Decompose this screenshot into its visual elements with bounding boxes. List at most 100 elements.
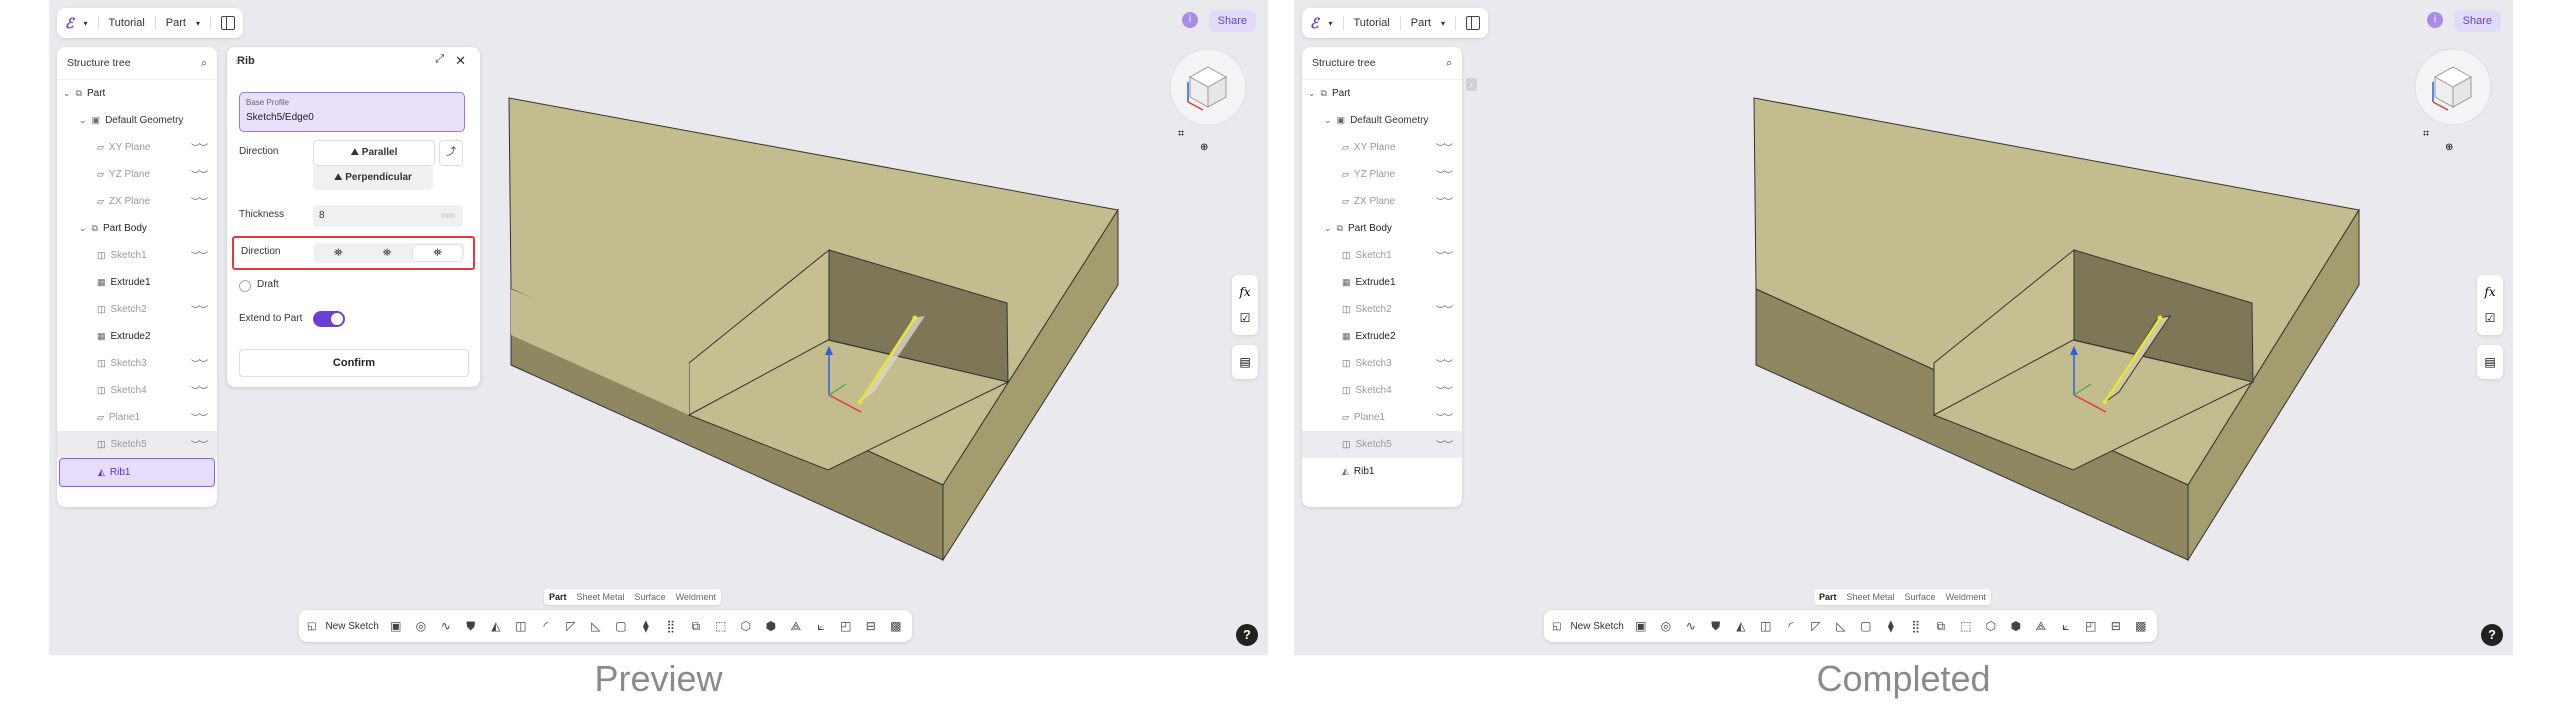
scale-icon[interactable]: ⬢ [763,619,779,633]
sweep-icon[interactable]: ∿ [438,619,454,633]
scale-icon[interactable]: ⬢ [2008,619,2024,633]
draft-icon[interactable]: ◺ [1833,619,1849,633]
axis-tool-icon[interactable]: ⟀ [2058,619,2074,633]
tree-item-part-body[interactable]: ⌄ ⧉ Part Body [1302,215,1462,242]
view-cube[interactable]: ⌗ ⊕ [1158,42,1258,152]
chevron-down-icon[interactable]: ▾ [83,19,87,28]
tree-item-plane1[interactable]: ▱ Plane1 ︶︶ [57,404,217,431]
chevron-down-icon[interactable]: ⌄ [1324,223,1332,234]
table-icon[interactable]: ▤ [2477,349,2503,375]
app-logo[interactable]: ℰ [65,15,73,32]
model-canvas[interactable] [1294,0,2513,655]
eye-closed-icon[interactable]: ︶︶ [1436,438,1453,451]
tree-item-sketch5[interactable]: ◫ Sketch5 ︶︶ [1302,431,1462,458]
shell-icon[interactable]: ▢ [613,619,629,633]
chamfer-icon[interactable]: ◸ [563,619,579,633]
loft-icon[interactable]: ⛊ [463,619,479,633]
move-icon[interactable]: ⬡ [738,619,754,633]
eye-closed-icon[interactable]: ︶︶ [1436,249,1453,262]
tab-part[interactable]: Part [1814,589,1842,605]
chevron-down-icon[interactable]: ▾ [1328,19,1332,28]
tree-item-plane1[interactable]: ▱ Plane1 ︶︶ [1302,404,1462,431]
user-avatar[interactable]: i [1182,12,1198,28]
eye-closed-icon[interactable]: ︶︶ [191,195,208,208]
collapse-panel-icon[interactable]: ‹ [1466,78,1477,91]
point-tool-icon[interactable]: ◰ [2083,619,2099,633]
new-sketch-icon[interactable]: ◱ [1552,621,1561,632]
plane-tool-icon[interactable]: ⟁ [2033,619,2049,633]
point-tool-icon[interactable]: ◰ [838,619,854,633]
tree-item-yz-plane[interactable]: ▱ YZ Plane ︶︶ [57,161,217,188]
perpendicular-button[interactable]: ⛰ Perpendicular [313,166,433,190]
extrude-icon[interactable]: ▣ [388,619,404,633]
chevron-down-icon[interactable]: ▾ [1441,19,1445,28]
tab-sheet-metal[interactable]: Sheet Metal [572,589,630,605]
direction-both-icon[interactable]: ⛯ [363,243,412,263]
tree-item-zx-plane[interactable]: ▱ ZX Plane ︶︶ [57,188,217,215]
chevron-down-icon[interactable]: ⌄ [79,223,87,234]
pin-icon[interactable]: ⤢ [435,53,444,66]
tree-item-sketch2[interactable]: ◫ Sketch2 ︶︶ [57,296,217,323]
tree-item-sketch3[interactable]: ◫ Sketch3 ︶︶ [57,350,217,377]
tab-surface[interactable]: Surface [1900,589,1941,605]
search-icon[interactable]: ⌕ [201,57,207,70]
draft-radio[interactable] [239,280,251,292]
fillet-icon[interactable]: ◜ [1783,619,1799,633]
help-button[interactable]: ? [2481,624,2503,646]
completed-viewport[interactable]: ℰ ▾ Tutorial Part ▾ i Share Structure tr… [1294,0,2513,655]
checklist-icon[interactable]: ☑ [2477,305,2503,331]
tree-item-part-body[interactable]: ⌄ ⧉ Part Body [57,215,217,242]
user-avatar[interactable]: i [2427,12,2443,28]
eye-closed-icon[interactable]: ︶︶ [1436,141,1453,154]
confirm-button[interactable]: Confirm [239,349,469,377]
search-icon[interactable]: ⌕ [1446,57,1452,70]
hole-icon[interactable]: ◫ [513,619,529,633]
tree-item-sketch4[interactable]: ◫ Sketch4 ︶︶ [1302,377,1462,404]
new-sketch-icon[interactable]: ◱ [307,621,316,632]
tree-item-sketch3[interactable]: ◫ Sketch3 ︶︶ [1302,350,1462,377]
eye-closed-icon[interactable]: ︶︶ [1436,168,1453,181]
rib-icon[interactable]: ◭ [488,619,504,633]
formula-button[interactable]: fx [1232,279,1258,305]
share-button[interactable]: Share [1208,10,1256,32]
tree-item-xy-plane[interactable]: ▱ XY Plane ︶︶ [1302,134,1462,161]
view-cube[interactable]: ⌗ ⊕ [2403,42,2503,152]
tree-item-extrude1[interactable]: ▦ Extrude1 [57,269,217,296]
render-icon[interactable]: ▩ [888,619,904,633]
tree-item-default-geometry[interactable]: ⌄ ▣ Default Geometry [1302,107,1462,134]
tree-item-default-geometry[interactable]: ⌄ ▣ Default Geometry [57,107,217,134]
tree-item-extrude2[interactable]: ▦ Extrude2 [1302,323,1462,350]
part-menu[interactable]: Part [1411,17,1431,29]
pattern-icon[interactable]: ⣿ [663,619,679,633]
chevron-down-icon[interactable]: ⌄ [1308,88,1316,99]
axis-tool-icon[interactable]: ⟀ [813,619,829,633]
eye-closed-icon[interactable]: ︶︶ [1436,384,1453,397]
revolve-icon[interactable]: ◎ [1658,619,1674,633]
tree-item-rib1[interactable]: ◭ Rib1 [59,458,215,487]
panel-toggle-icon[interactable] [220,16,235,30]
panel-toggle-icon[interactable] [1465,16,1480,30]
chevron-down-icon[interactable]: ⌄ [1324,115,1332,126]
hole-icon[interactable]: ◫ [1758,619,1774,633]
revolve-icon[interactable]: ◎ [413,619,429,633]
thickness-input[interactable]: 8 mm [313,205,463,227]
tree-item-sketch5[interactable]: ◫ Sketch5 ︶︶ [57,431,217,458]
eye-closed-icon[interactable]: ︶︶ [1436,411,1453,424]
new-sketch-button[interactable]: New Sketch [325,621,378,632]
tree-item-rib1[interactable]: ◭ Rib1 [1302,458,1462,485]
tree-item-sketch2[interactable]: ◫ Sketch2 ︶︶ [1302,296,1462,323]
tutorial-link[interactable]: Tutorial [109,17,145,29]
flip-direction-button[interactable]: ⤴ [439,140,463,166]
table-icon[interactable]: ▤ [1232,349,1258,375]
eye-closed-icon[interactable]: ︶︶ [191,438,208,451]
app-logo[interactable]: ℰ [1310,15,1318,32]
pattern-icon[interactable]: ⣿ [1908,619,1924,633]
loft-icon[interactable]: ⛊ [1708,619,1724,633]
tree-item-sketch1[interactable]: ◫ Sketch1 ︶︶ [1302,242,1462,269]
parallel-button[interactable]: ⛰ Parallel [313,140,435,166]
tree-item-part[interactable]: ⌄ ⧉ Part [57,80,217,107]
fillet-icon[interactable]: ◜ [538,619,554,633]
split-icon[interactable]: ⬚ [713,619,729,633]
combine-icon[interactable]: ⧉ [1933,619,1949,633]
tree-item-yz-plane[interactable]: ▱ YZ Plane ︶︶ [1302,161,1462,188]
